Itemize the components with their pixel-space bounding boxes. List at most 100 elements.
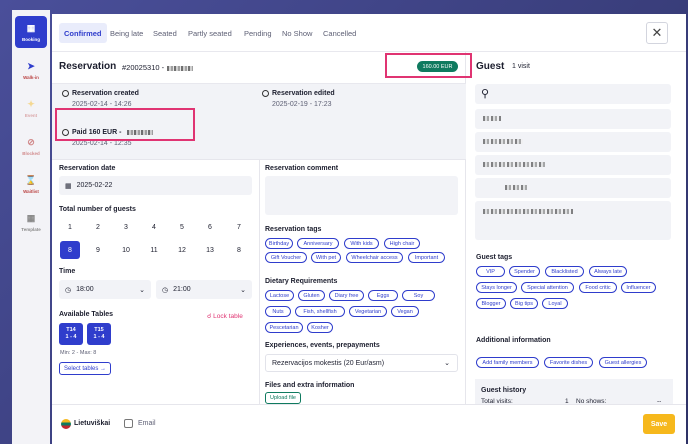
guest-name-field[interactable] xyxy=(475,109,671,129)
tag-chip[interactable]: Anniversary xyxy=(297,238,339,249)
blocked-icon: ⊘ xyxy=(27,137,35,147)
guest-tag-chip[interactable]: Always late xyxy=(589,266,627,277)
reservation-modal: Confirmed Being late Seated Partly seate… xyxy=(52,14,686,444)
guest-count-option[interactable]: 9 xyxy=(88,241,108,259)
clock-icon: ◷ xyxy=(162,286,169,294)
tab-no-show[interactable]: No Show xyxy=(277,23,317,43)
guest-tag-chip[interactable]: Loyal xyxy=(542,298,568,309)
dietary-chip[interactable]: Nuts xyxy=(265,306,291,317)
dietary-chip[interactable]: Vegan xyxy=(391,306,419,317)
experience-select[interactable]: Rezervacijos mokestis (20 Eur/asm) ⌄ xyxy=(265,354,458,372)
sidebar-item-booking[interactable]: ▦ Booking xyxy=(15,16,47,48)
dietary-chip[interactable]: Pescetarian xyxy=(265,322,303,333)
language-selector[interactable]: Lietuviškai xyxy=(74,420,110,427)
reservation-id: #20025310 - xyxy=(122,63,194,72)
guest-count-option[interactable]: 3 xyxy=(116,218,136,236)
guest-count-option[interactable]: 11 xyxy=(144,241,164,259)
dietary-chip[interactable]: Soy xyxy=(402,290,435,301)
table-t14[interactable]: T14 1 - 4 xyxy=(59,323,83,345)
guest-tag-chip[interactable]: Spender xyxy=(509,266,540,277)
guest-tag-chip[interactable]: Special attention xyxy=(521,282,574,293)
reservation-header: Reservation #20025310 - 160.00 EUR xyxy=(52,52,472,84)
guest-count-option[interactable]: 1 xyxy=(60,218,80,236)
tag-chip[interactable]: With kids xyxy=(344,238,379,249)
sidebar-item-label: Walk-in xyxy=(23,74,39,80)
email-checkbox[interactable] xyxy=(124,419,133,428)
dietary-chip[interactable]: Vegetarian xyxy=(349,306,387,317)
sidebar-item-template[interactable]: ▦ Template xyxy=(15,206,47,238)
sidebar-item-blocked[interactable]: ⊘ Blocked xyxy=(15,130,47,162)
tables-label: Available Tables xyxy=(59,311,114,318)
time-from-select[interactable]: ◷ 18:00 ⌄ xyxy=(59,280,151,299)
guest-count-option[interactable]: 10 xyxy=(116,241,136,259)
close-button[interactable]: ✕ xyxy=(646,22,668,44)
dietary-chip[interactable]: Gluten xyxy=(298,290,325,301)
reservation-panel: Reservation #20025310 - 160.00 EUR Reser… xyxy=(52,52,472,404)
tags-label: Reservation tags xyxy=(265,226,322,233)
tag-chip[interactable]: Important xyxy=(408,252,445,263)
additional-chip[interactable]: Favorite dishes xyxy=(544,357,593,368)
save-button[interactable]: Save xyxy=(643,414,675,434)
tab-confirmed[interactable]: Confirmed xyxy=(59,23,107,43)
guest-tag-chip[interactable]: Food critic xyxy=(579,282,617,293)
lock-table-button[interactable]: ☌ Lock table xyxy=(207,312,243,320)
guest-count-option[interactable]: 12 xyxy=(172,241,192,259)
time-to-select[interactable]: ◷ 21:00 ⌄ xyxy=(156,280,252,299)
sidebar-item-walk-in[interactable]: ➤ Walk-in xyxy=(15,54,47,86)
guest-search[interactable]: ⚲ xyxy=(475,84,671,104)
guest-count-option[interactable]: 4 xyxy=(144,218,164,236)
tab-cancelled[interactable]: Cancelled xyxy=(318,23,361,43)
guest-count-option[interactable]: 8 xyxy=(229,241,249,259)
calendar-icon: ▦ xyxy=(65,182,72,190)
guest-tag-chip[interactable]: Blogger xyxy=(476,298,506,309)
guest-email-field[interactable] xyxy=(475,155,671,175)
guest-count-option[interactable]: 7 xyxy=(229,218,249,236)
sidebar-item-label: Event xyxy=(24,112,38,118)
modal-footer: Lietuviškai Email Save xyxy=(52,404,686,444)
guest-tag-chip[interactable]: Stays longer xyxy=(476,282,517,293)
tab-being-late[interactable]: Being late xyxy=(105,23,148,43)
tag-chip[interactable]: Gift Voucher xyxy=(265,252,307,263)
comment-input[interactable] xyxy=(265,176,458,215)
history-label: Guest history xyxy=(481,387,527,394)
guest-count-option[interactable]: 2 xyxy=(88,218,108,236)
chevron-down-icon: ⌄ xyxy=(444,360,450,367)
guest-tag-chip[interactable]: Influencer xyxy=(621,282,656,293)
tag-chip[interactable]: Birthday xyxy=(265,238,293,249)
guest-tag-chip[interactable]: VIP xyxy=(476,266,505,277)
guest-notes-field[interactable] xyxy=(475,201,671,240)
guest-tag-chip[interactable]: Big tips xyxy=(510,298,538,309)
guest-tags-label: Guest tags xyxy=(476,254,513,261)
dietary-chip[interactable]: Lactose xyxy=(265,290,294,301)
dietary-chip[interactable]: Fish, shellfish xyxy=(295,306,345,317)
created-value: 2025-02-14 - 14:26 xyxy=(72,101,132,108)
guests-label: Total number of guests xyxy=(59,206,136,213)
date-field[interactable]: ▦ 2025-02-22 xyxy=(59,176,252,195)
guest-company-field[interactable] xyxy=(475,178,671,198)
tag-chip[interactable]: Wheelchair access xyxy=(346,252,403,263)
dietary-chip[interactable]: Eggs xyxy=(368,290,398,301)
select-tables-button[interactable]: Select tables → xyxy=(59,362,112,375)
tab-seated[interactable]: Seated xyxy=(148,23,182,43)
sidebar-item-event[interactable]: ✦ Event xyxy=(15,92,47,124)
close-icon: ✕ xyxy=(651,25,663,40)
booking-icon: ▦ xyxy=(26,23,36,33)
guest-count-option[interactable]: 5 xyxy=(172,218,192,236)
guest-phone-field[interactable] xyxy=(475,132,671,152)
tab-partly-seated[interactable]: Partly seated xyxy=(183,23,237,43)
table-t15[interactable]: T15 1 - 4 xyxy=(87,323,111,345)
tag-chip[interactable]: With pet xyxy=(311,252,341,263)
dietary-chip[interactable]: Kosher xyxy=(307,322,333,333)
guest-count-option[interactable]: 8 xyxy=(60,241,80,259)
guest-count-option[interactable]: 13 xyxy=(200,241,220,259)
sidebar-item-waitlist[interactable]: ⌛ Waitlist xyxy=(15,168,47,200)
guest-count-option[interactable]: 6 xyxy=(200,218,220,236)
guest-tag-chip[interactable]: Blacklisted xyxy=(545,266,584,277)
tab-pending[interactable]: Pending xyxy=(239,23,277,43)
dietary-chip[interactable]: Diary free xyxy=(329,290,364,301)
upload-file-button[interactable]: Upload file xyxy=(265,392,301,404)
additional-chip[interactable]: Guest allergies xyxy=(599,357,647,368)
additional-chip[interactable]: Add family members xyxy=(476,357,539,368)
tag-chip[interactable]: High chair xyxy=(384,238,420,249)
globe-icon xyxy=(62,90,69,97)
